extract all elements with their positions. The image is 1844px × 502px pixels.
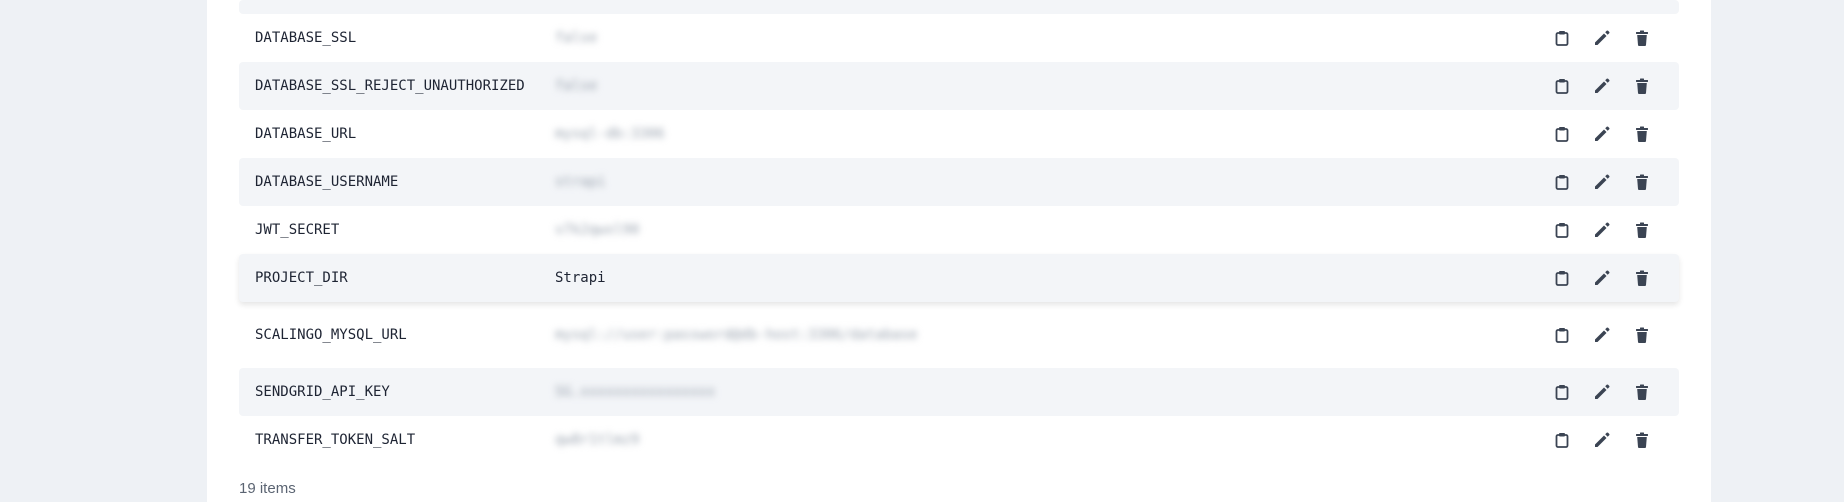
clipboard-icon <box>1555 328 1569 343</box>
environment-variables-table: DATABASE_SSL false DATABASE_SSL_REJECT_U… <box>239 0 1679 464</box>
delete-button[interactable] <box>1631 171 1653 193</box>
pencil-icon <box>1595 432 1610 447</box>
clipboard-icon <box>1555 223 1569 238</box>
table-row-hovered: PROJECT_DIR Strapi <box>239 254 1679 302</box>
delete-button[interactable] <box>1631 381 1653 403</box>
copy-button[interactable] <box>1551 219 1573 241</box>
table-row-cut-off <box>239 0 1679 14</box>
trash-icon <box>1636 327 1648 343</box>
table-row: DATABASE_USERNAME strapi <box>239 158 1679 206</box>
pencil-icon <box>1595 174 1610 189</box>
pencil-icon <box>1595 78 1610 93</box>
delete-button[interactable] <box>1631 123 1653 145</box>
copy-button[interactable] <box>1551 429 1573 451</box>
item-count: 19 items <box>239 480 296 497</box>
table-row: SCALINGO_MYSQL_URL mysql://user:password… <box>239 302 1679 368</box>
clipboard-icon <box>1555 433 1569 448</box>
row-actions <box>1551 429 1653 451</box>
clipboard-icon <box>1555 31 1569 46</box>
trash-icon <box>1636 432 1648 448</box>
variable-name: PROJECT_DIR <box>255 270 348 286</box>
clipboard-icon <box>1555 127 1569 142</box>
delete-button[interactable] <box>1631 324 1653 346</box>
edit-button[interactable] <box>1591 381 1613 403</box>
trash-icon <box>1636 126 1648 142</box>
row-actions <box>1551 219 1653 241</box>
table-row: DATABASE_SSL false <box>239 14 1679 62</box>
table-row: TRANSFER_TOKEN_SALT qw8r1tlmz9 <box>239 416 1679 464</box>
variable-name: DATABASE_SSL <box>255 30 357 46</box>
edit-button[interactable] <box>1591 123 1613 145</box>
variable-value-masked: qw8r1tlmz9 <box>555 431 640 448</box>
trash-icon <box>1636 174 1648 190</box>
row-actions <box>1551 27 1653 49</box>
delete-button[interactable] <box>1631 267 1653 289</box>
edit-button[interactable] <box>1591 219 1613 241</box>
copy-button[interactable] <box>1551 267 1573 289</box>
row-actions <box>1551 267 1653 289</box>
copy-button[interactable] <box>1551 324 1573 346</box>
copy-button[interactable] <box>1551 381 1573 403</box>
pencil-icon <box>1595 222 1610 237</box>
row-actions <box>1551 171 1653 193</box>
variable-value-masked: false <box>555 77 598 94</box>
copy-button[interactable] <box>1551 27 1573 49</box>
delete-button[interactable] <box>1631 27 1653 49</box>
pencil-icon <box>1595 270 1610 285</box>
edit-button[interactable] <box>1591 75 1613 97</box>
variable-value-masked: mysql-db:3306 <box>555 125 665 142</box>
row-actions <box>1551 75 1653 97</box>
row-actions <box>1551 324 1653 346</box>
variable-value-masked: false <box>555 29 598 46</box>
variable-name: DATABASE_URL <box>255 126 357 142</box>
edit-button[interactable] <box>1591 27 1613 49</box>
environment-panel: DATABASE_SSL false DATABASE_SSL_REJECT_U… <box>207 0 1711 502</box>
edit-button[interactable] <box>1591 429 1613 451</box>
variable-name: SENDGRID_API_KEY <box>255 384 390 400</box>
trash-icon <box>1636 384 1648 400</box>
trash-icon <box>1636 78 1648 94</box>
variable-name: TRANSFER_TOKEN_SALT <box>255 432 416 448</box>
table-row: SENDGRID_API_KEY SG.xxxxxxxxxxxxxxxx <box>239 368 1679 416</box>
edit-button[interactable] <box>1591 171 1613 193</box>
delete-button[interactable] <box>1631 75 1653 97</box>
variable-name: DATABASE_SSL_REJECT_UNAUTHORIZED <box>255 78 525 94</box>
pencil-icon <box>1595 126 1610 141</box>
copy-button[interactable] <box>1551 123 1573 145</box>
variable-value: Strapi <box>555 269 606 286</box>
variable-name: JWT_SECRET <box>255 222 340 238</box>
variable-value-masked: strapi <box>555 173 606 190</box>
pencil-icon <box>1595 327 1610 342</box>
variable-name: SCALINGO_MYSQL_URL <box>255 327 407 343</box>
clipboard-icon <box>1555 79 1569 94</box>
pencil-icon <box>1595 384 1610 399</box>
copy-button[interactable] <box>1551 75 1573 97</box>
trash-icon <box>1636 30 1648 46</box>
clipboard-icon <box>1555 271 1569 286</box>
row-actions <box>1551 381 1653 403</box>
table-row: DATABASE_URL mysql-db:3306 <box>239 110 1679 158</box>
variable-name: DATABASE_USERNAME <box>255 174 399 190</box>
edit-button[interactable] <box>1591 267 1613 289</box>
delete-button[interactable] <box>1631 219 1653 241</box>
trash-icon <box>1636 222 1648 238</box>
copy-button[interactable] <box>1551 171 1573 193</box>
pencil-icon <box>1595 30 1610 45</box>
delete-button[interactable] <box>1631 429 1653 451</box>
variable-value-masked: v7k2qwxl90 <box>555 221 640 238</box>
edit-button[interactable] <box>1591 324 1613 346</box>
variable-value-masked: SG.xxxxxxxxxxxxxxxx <box>555 383 716 400</box>
table-row: JWT_SECRET v7k2qwxl90 <box>239 206 1679 254</box>
clipboard-icon <box>1555 175 1569 190</box>
table-row: DATABASE_SSL_REJECT_UNAUTHORIZED false <box>239 62 1679 110</box>
variable-value-masked: mysql://user:password@db-host:3306/datab… <box>555 326 918 343</box>
clipboard-icon <box>1555 385 1569 400</box>
trash-icon <box>1636 270 1648 286</box>
row-actions <box>1551 123 1653 145</box>
